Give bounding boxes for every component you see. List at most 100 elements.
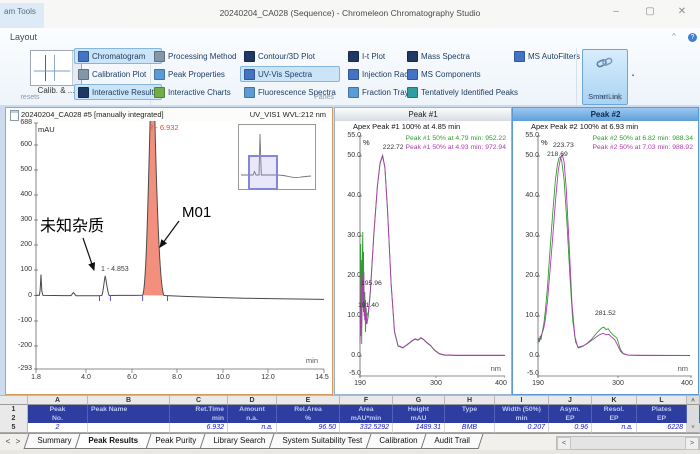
impurity-annotation: 未知杂质 [40,212,104,236]
x-tick: 300 [612,380,624,387]
pane-button-peak-properties[interactable]: Peak Properties [150,66,240,82]
peak2-spectrum-plot[interactable] [537,134,692,378]
peak2-panel-title[interactable]: Peak #2 [513,108,698,121]
cell-ret-time[interactable]: 6.932 [170,423,228,433]
pane-button-ms-autofilters[interactable]: MS AutoFilters [510,48,584,64]
col-letter[interactable]: A [28,395,88,405]
peak1-spectrum-plot[interactable] [359,134,505,378]
ribbon: Layout ^ ? ▲▼ Calib. & ... resets Chroma… [0,28,700,106]
cell-type[interactable]: BMB [445,423,495,433]
wavelength-label-223: 223.73 [553,142,574,149]
ribbon-collapse-icon[interactable]: ^ [672,32,676,41]
scroll-right-icon[interactable]: > [685,437,699,450]
y-tick: 400 [8,191,32,198]
col-letter[interactable]: I [495,395,549,405]
col-letter[interactable]: F [340,395,393,405]
tab-peak-results[interactable]: Peak Results [75,434,152,449]
cell-plates[interactable]: 6228 [637,423,687,433]
pane-button-calibration-plot[interactable]: Calibration Plot [74,66,162,82]
cell-peak-name[interactable] [88,423,170,433]
tab-prev-icon[interactable]: < [3,436,13,448]
help-icon[interactable]: ? [688,33,697,42]
col-letter[interactable]: C [170,395,228,405]
y-tick: 40.0 [337,192,361,199]
smartlink-dropdown-icon[interactable]: ▪ [629,70,637,82]
wavelength-label-191: 191.40 [358,302,379,309]
col-letter[interactable]: E [277,395,340,405]
cell-amount[interactable]: n.a. [228,423,277,433]
col-letter[interactable]: G [393,395,445,405]
col-letter[interactable]: K [592,395,637,405]
tab-layout[interactable]: Layout [10,32,37,42]
y-tick: 100 [8,266,32,273]
y-tick: 300 [8,216,32,223]
minimize-icon[interactable]: – [608,4,624,20]
chromatogram-panel[interactable]: 20240204_CA028 #5 [manually integrated] … [5,107,333,395]
x-tick: 10.0 [216,374,230,381]
y-axis-unit: % [363,138,370,147]
presets-group-label: resets [0,94,60,101]
pane-button-contour-3d-plot[interactable]: Contour/3D Plot [240,48,340,64]
window-title: 20240204_CA028 (Sequence) - Chromeleon C… [150,8,550,18]
row-number[interactable]: 12 [0,405,28,423]
tab-system-suitability-test[interactable]: System Suitability Test [269,434,376,449]
horizontal-scrollbar[interactable]: < > [556,436,700,450]
y-tick: -5.0 [337,370,361,377]
restore-icon[interactable]: ▢ [642,4,658,20]
peak1-spectrum-panel[interactable]: Peak #1 Apex Peak #1 100% at 4.85 min Pe… [334,107,512,395]
y-tick: 55.0 [337,132,361,139]
linking-group-label: Linking [578,94,642,101]
cell-resol[interactable]: n.a. [592,423,637,433]
y-tick: 0.0 [337,352,361,359]
pane-button-processing-method[interactable]: Processing Method [150,48,240,64]
injection-rack-icon [348,69,359,80]
table-scrollbar[interactable] [687,405,700,423]
cell-asym[interactable]: 0.96 [549,423,592,433]
cell-rel-area[interactable]: 96.50 [277,423,340,433]
m01-arrow [160,221,179,247]
x-tick: 14.5 [315,374,329,381]
y-tick: 500 [8,166,32,173]
col-letter[interactable]: D [228,395,277,405]
scroll-left-icon[interactable]: < [557,437,571,450]
cell-area[interactable]: 332.5292 [340,423,393,433]
results-table: A B C D E F G H I J K L ˄ 12 PeakNo. Pea… [0,395,700,433]
tab-library-search[interactable]: Library Search [200,434,279,449]
peak2-spectrum-panel[interactable]: Peak #2 Apex Peak #2 100% at 6.93 min Pe… [512,107,699,395]
overview-zoom-region[interactable] [248,155,278,190]
peak1-panel-title[interactable]: Peak #1 [335,108,511,121]
program-tools-tab[interactable]: am Tools [0,3,44,29]
peak1-green-trace [360,156,505,356]
tab-next-icon[interactable]: > [13,436,23,448]
cell-peak-no[interactable]: 2 [28,423,88,433]
pane-button-mass-spectra[interactable]: Mass Spectra [403,48,522,64]
y-tick: -5.0 [515,370,539,377]
y-tick: 20.0 [337,272,361,279]
table-scroll-down-icon[interactable]: ˅ [687,423,700,433]
peak1-magenta-trace [360,155,505,355]
col-letter[interactable]: B [88,395,170,405]
col-letter[interactable]: H [445,395,495,405]
table-data-row[interactable]: 5 2 6.932 n.a. 96.50 332.5292 1489.31 BM… [0,423,700,433]
col-letter[interactable]: J [549,395,592,405]
x-tick: 12.0 [261,374,275,381]
tab-audit-trail[interactable]: Audit Trail [421,434,483,449]
row-number[interactable]: 5 [0,423,28,433]
peak2-green-trace [538,157,690,356]
cell-width-50[interactable]: 0.207 [495,423,549,433]
pane-button-chromatogram[interactable]: Chromatogram [74,48,162,64]
overview-inset[interactable] [238,124,316,190]
x-tick: 190 [532,380,544,387]
pane-button-uv-vis-spectra[interactable]: UV-Vis Spectra [240,66,340,82]
y-tick: 30.0 [515,232,539,239]
table-scroll-up-icon[interactable]: ˄ [687,395,700,405]
x-tick: 1.8 [31,374,41,381]
cell-height[interactable]: 1489.31 [393,423,445,433]
y-tick: 55.0 [515,132,539,139]
y-tick: 0 [8,292,32,299]
pane-button-ms-components[interactable]: MS Components [403,66,522,82]
col-letter[interactable]: L [637,395,687,405]
peak1-retention-label: 1 - 4.853 [101,266,129,273]
close-icon[interactable]: ✕ [674,4,690,20]
y-tick: 0.0 [515,352,539,359]
